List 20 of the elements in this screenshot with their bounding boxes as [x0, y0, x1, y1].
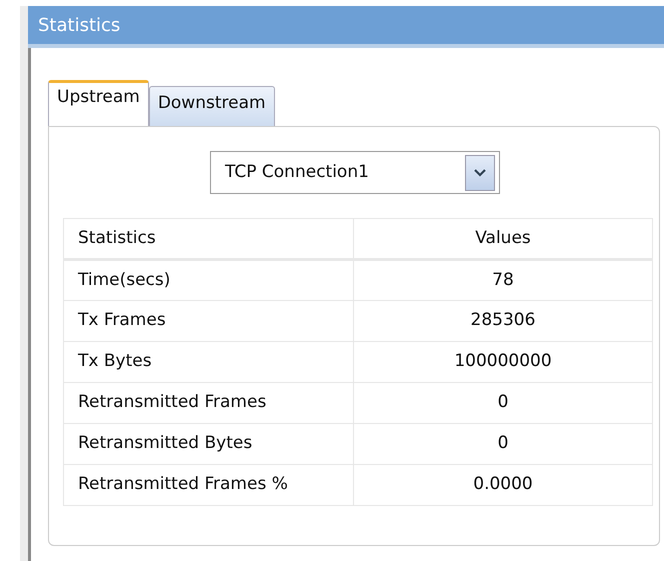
tab[interactable]: Downstream [148, 86, 275, 126]
tab[interactable]: Upstream [48, 80, 149, 126]
table-cell: Tx Frames [64, 300, 354, 342]
table-cell: 285306 [354, 300, 652, 342]
window-title: Statistics [28, 6, 664, 48]
table-cell: Retransmitted Frames [64, 382, 354, 424]
table-cell: Tx Bytes [64, 342, 354, 382]
table-cell: 100000000 [354, 342, 652, 382]
dropdown-button[interactable] [465, 154, 495, 190]
table-cell: 0.0000 [354, 464, 652, 506]
table-cell: Time(secs) [64, 260, 354, 300]
table-cell: 78 [354, 260, 652, 300]
table-cell: 0 [354, 382, 652, 424]
table-cell: 0 [354, 424, 652, 464]
table-cell: Retransmitted Frames % [64, 464, 354, 506]
column-header: Values [354, 218, 652, 260]
column-header: Statistics [64, 218, 354, 260]
table-cell: Retransmitted Bytes [64, 424, 354, 464]
connection-dropdown[interactable]: TCP Connection1 [210, 151, 500, 194]
chevron-down-icon [474, 168, 486, 176]
